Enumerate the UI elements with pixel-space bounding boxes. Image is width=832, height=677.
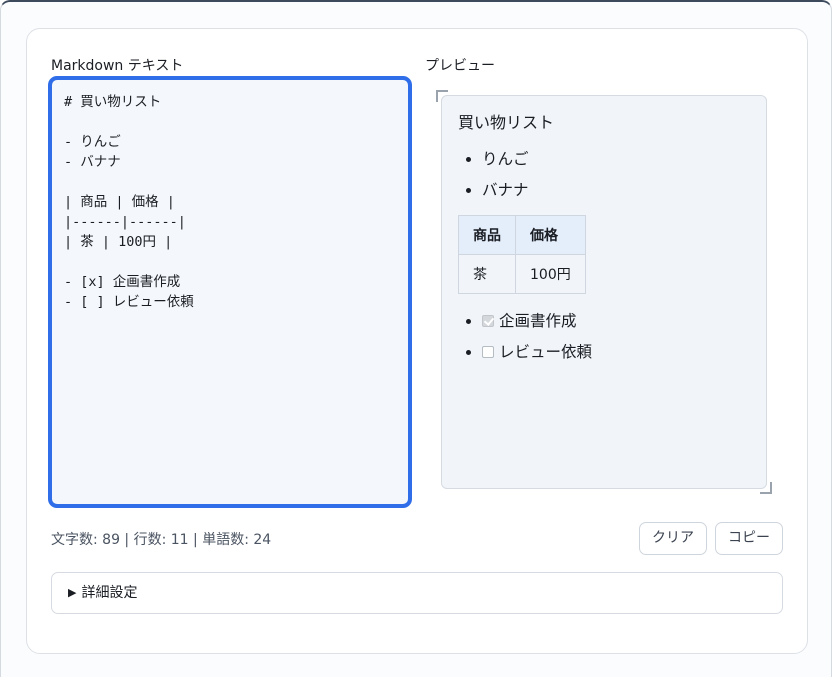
advanced-settings-toggle[interactable]: ▶ 詳細設定 xyxy=(51,572,783,614)
markdown-text[interactable]: # 買い物リスト - りんご - バナナ | 商品 | 価格 | |------… xyxy=(64,92,396,312)
list-item: りんご xyxy=(482,148,750,170)
table-cell: 茶 xyxy=(458,254,516,294)
task-label: レビュー依頼 xyxy=(499,343,593,361)
window-frame: Markdown テキスト プレビュー # 買い物リスト - りんご - バナナ… xyxy=(0,0,832,677)
task-list: 企画書作成 レビュー依頼 xyxy=(458,310,750,363)
triangle-right-icon: ▶ xyxy=(68,586,77,599)
copy-button[interactable]: コピー xyxy=(715,522,783,555)
task-label: 企画書作成 xyxy=(499,312,577,330)
task-item: 企画書作成 xyxy=(482,310,750,332)
table-header-cell: 価格 xyxy=(515,215,586,255)
list-item: バナナ xyxy=(482,179,750,201)
checked-checkbox-icon xyxy=(482,315,494,327)
markdown-editor-card: Markdown テキスト プレビュー # 買い物リスト - りんご - バナナ… xyxy=(26,28,808,654)
table-cell: 100円 xyxy=(515,254,586,294)
preview-heading: 買い物リスト xyxy=(458,113,555,132)
preview-table: 商品 価格 茶 100円 xyxy=(458,215,586,294)
advanced-settings-label: 詳細設定 xyxy=(81,585,138,601)
preview-label: プレビュー xyxy=(425,58,495,74)
table-header-cell: 商品 xyxy=(458,215,516,255)
preview-pane: 買い物リスト りんご バナナ 商品 価格 茶 100円 xyxy=(441,95,767,489)
unchecked-checkbox-icon xyxy=(482,346,494,358)
table-header-row: 商品 価格 xyxy=(458,215,586,255)
markdown-textarea[interactable]: # 買い物リスト - りんご - バナナ | 商品 | 価格 | |------… xyxy=(48,76,412,508)
table-row: 茶 100円 xyxy=(458,254,586,294)
editor-label: Markdown テキスト xyxy=(51,58,184,74)
clear-button[interactable]: クリア xyxy=(639,522,707,555)
text-stats: 文字数: 89 | 行数: 11 | 単語数: 24 xyxy=(51,532,272,548)
task-item: レビュー依頼 xyxy=(482,341,750,363)
preview-list: りんご バナナ xyxy=(458,148,750,201)
